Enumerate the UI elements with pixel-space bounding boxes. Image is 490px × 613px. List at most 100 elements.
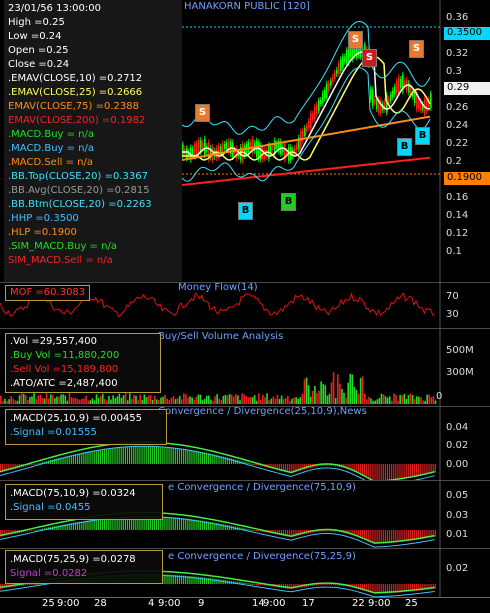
macd1-histogram-bar [149, 446, 151, 464]
volume-bar [218, 398, 220, 404]
volume-bar [380, 393, 383, 404]
volume-bar [4, 398, 6, 404]
macd2-histogram-bar [251, 529, 253, 531]
candle-body [232, 142, 234, 158]
volume-bar [2, 400, 4, 404]
macd1-histogram-bar [199, 451, 201, 464]
sell-signal-marker[interactable]: S [362, 49, 377, 67]
macd1-histogram-bar [99, 449, 102, 464]
volume-bar [153, 395, 156, 404]
volume-bar [95, 394, 98, 404]
macd2-histogram-bar [249, 529, 251, 531]
macd2-histogram-bar [224, 524, 226, 530]
volume-bar [124, 393, 127, 404]
volume-bar [409, 393, 412, 404]
volume-panel[interactable]: Buy/Sell Volume Analysis .Vol =29,557,40… [0, 328, 490, 407]
volume-bar [156, 399, 158, 404]
volume-bar [160, 397, 162, 404]
volume-bar [76, 399, 79, 404]
volume-bar [230, 394, 233, 404]
sell-signal-marker[interactable]: S [409, 40, 424, 58]
volume-bar [106, 400, 108, 404]
info-macd-buy-1: .MACD.Buy = n/a [8, 129, 95, 140]
info-emav75: EMAV(CLOSE,75) =0.2388 [8, 101, 139, 112]
candle-body [338, 63, 340, 74]
buy-signal-marker[interactable]: B [281, 193, 296, 211]
volume-bar [355, 389, 358, 404]
info-bb-top: .BB.Top(CLOSE,20) =0.3367 [8, 171, 148, 182]
volume-bar [101, 393, 104, 404]
volume-bar [195, 396, 198, 404]
volume-bar [393, 393, 395, 404]
macd1-histogram-bar [104, 448, 106, 464]
volume-bar [322, 384, 324, 404]
price-panel[interactable]: HANAKORN PUBLIC [120] 0.36 0.32 0.3 0.26… [0, 0, 490, 283]
volume-bar [189, 396, 191, 404]
info-macd-buy-2: .MACD.Buy = n/a [8, 143, 95, 154]
macd3-histogram-bar [31, 584, 33, 585]
buy-signal-marker[interactable]: B [238, 202, 253, 220]
macd2-histogram-bar [183, 518, 185, 530]
x-label: 22 [352, 598, 365, 609]
macd1-histogram-bar [418, 464, 420, 477]
macd1-histogram-bar [137, 446, 139, 464]
candle-body [394, 86, 396, 95]
info-macd2: .MACD(75,10,9) =0.0324 [10, 488, 136, 499]
volume-bar [6, 400, 8, 404]
sell-signal-marker[interactable]: S [348, 31, 363, 49]
volume-bar [168, 400, 171, 404]
volume-bar [66, 400, 69, 404]
volume-bar [128, 393, 131, 404]
macd1-histogram-bar [85, 451, 87, 464]
volume-bar [239, 400, 241, 404]
volume-bar [24, 395, 27, 404]
volume-bar [99, 395, 102, 404]
macd1-histogram-bar [118, 447, 120, 464]
macd1-histogram-bar [201, 451, 203, 464]
macd2-histogram-bar [97, 518, 99, 530]
volume-bar [364, 393, 366, 404]
info-sim-buy: .SIM_MACD.Buy = n/a [8, 241, 117, 252]
info-sim-sell: SIM_MACD.Sell = n/a [8, 255, 113, 266]
buy-signal-marker[interactable]: B [397, 138, 412, 156]
volume-bar [372, 400, 374, 404]
macd-panel-1[interactable]: Convergence / Divergence(25,10,9),News .… [0, 406, 490, 481]
macd1-histogram-bar [79, 453, 81, 464]
macd2-histogram-bar [35, 529, 37, 531]
macd2-histogram-bar [187, 518, 189, 530]
buy-signal-marker[interactable]: B [415, 127, 430, 145]
money-flow-title: Money Flow(14) [178, 282, 258, 293]
volume-bar [418, 396, 420, 404]
candle-body [226, 142, 228, 150]
candle-body [306, 125, 308, 131]
price-tick: 0.26 [446, 102, 469, 113]
volume-bar [93, 400, 96, 404]
volume-bar [278, 399, 281, 404]
macd1-histogram-bar [176, 448, 178, 464]
macd-panel-3[interactable]: e Convergence / Divergence(75,25,9) .MAC… [0, 548, 490, 598]
macd1-histogram-bar [403, 464, 405, 479]
volume-bar [303, 379, 306, 404]
money-flow-panel[interactable]: Money Flow(14) MOF =60.3083 70 30 [0, 282, 490, 329]
macd2-histogram-bar [388, 530, 391, 543]
sell-signal-marker[interactable]: S [195, 104, 210, 122]
volume-bar [33, 393, 35, 404]
macd2-histogram-bar [166, 516, 168, 530]
macd1-histogram-bar [411, 464, 414, 478]
macd3-histogram-bar [205, 577, 208, 584]
macd1-histogram-bar [205, 452, 208, 464]
volume-bar [432, 396, 435, 404]
macd1-histogram-bar [187, 449, 189, 464]
macd1-histogram-bar [376, 464, 378, 480]
volume-bar [187, 397, 189, 404]
macd-panel-2[interactable]: e Convergence / Divergence(75,10,9) .MAC… [0, 480, 490, 549]
candle-body [372, 89, 374, 106]
info-signal2: .Signal =0.0455 [10, 502, 91, 513]
macd1-histogram-bar [180, 448, 183, 464]
volume-bar [266, 393, 268, 404]
volume-bar [403, 393, 406, 404]
macd1-histogram-bar [158, 446, 160, 464]
macd3-histogram-bar [326, 584, 328, 585]
volume-bar [420, 397, 422, 404]
macd1-histogram-bar [405, 464, 407, 479]
